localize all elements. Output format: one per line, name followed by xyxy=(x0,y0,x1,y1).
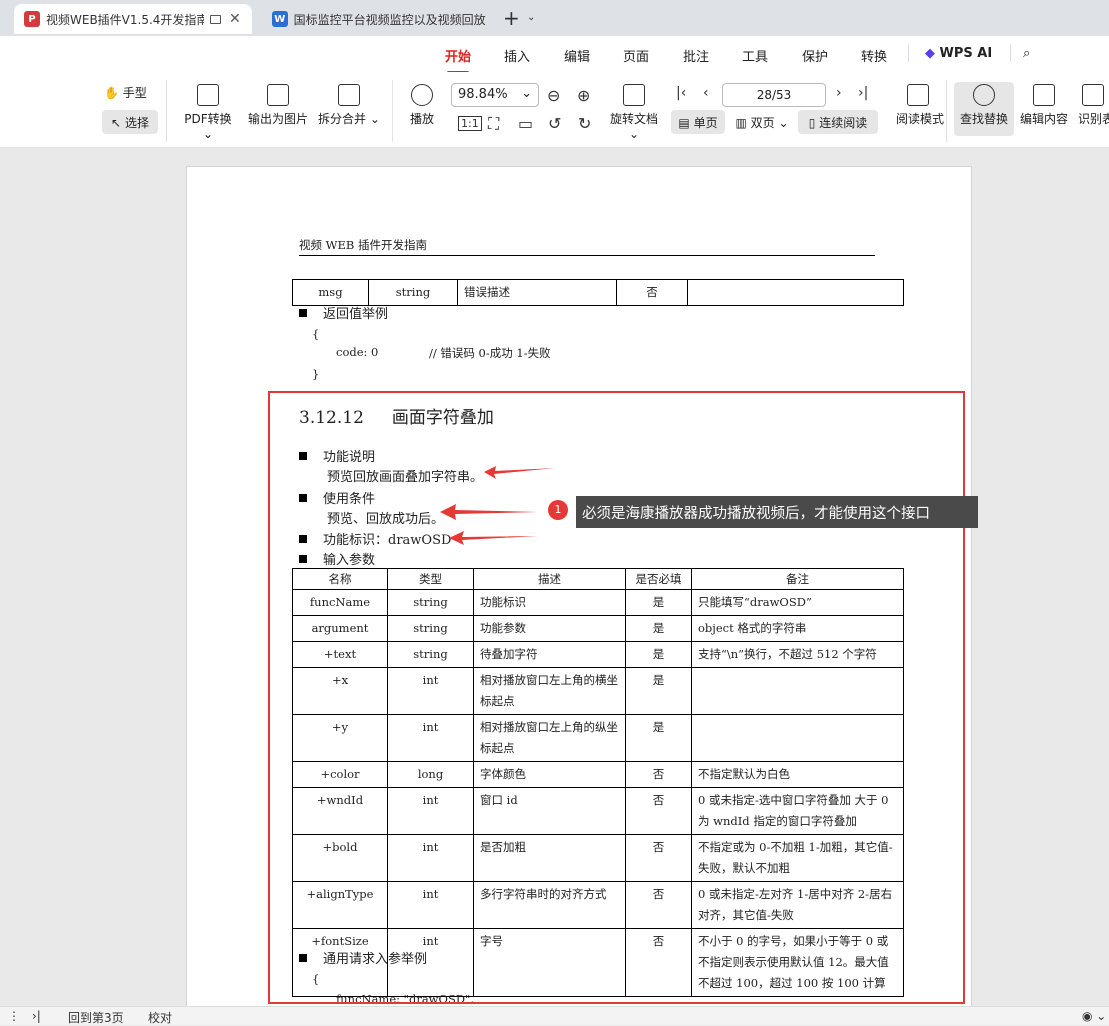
red-arrow-icon xyxy=(484,466,555,479)
annotation-callout: 必须是海康播放器成功播放视频后，才能使用这个接口 xyxy=(576,496,978,528)
red-arrow-icon xyxy=(440,504,538,520)
annotation-badge: 1 xyxy=(548,500,568,520)
status-bar: ⋮ ›| 回到第3页 校对 ◉ ⌄ xyxy=(0,1006,1109,1025)
proofread-button[interactable]: 校对 xyxy=(148,1009,172,1026)
last-page-icon[interactable]: ›| xyxy=(32,1009,41,1023)
eye-icon[interactable]: ◉ ⌄ xyxy=(1082,1009,1106,1023)
sidebar-toggle-icon[interactable]: ⋮ xyxy=(8,1009,20,1023)
red-arrow-icon xyxy=(449,531,538,545)
goto-page-link[interactable]: 回到第3页 xyxy=(68,1009,124,1026)
